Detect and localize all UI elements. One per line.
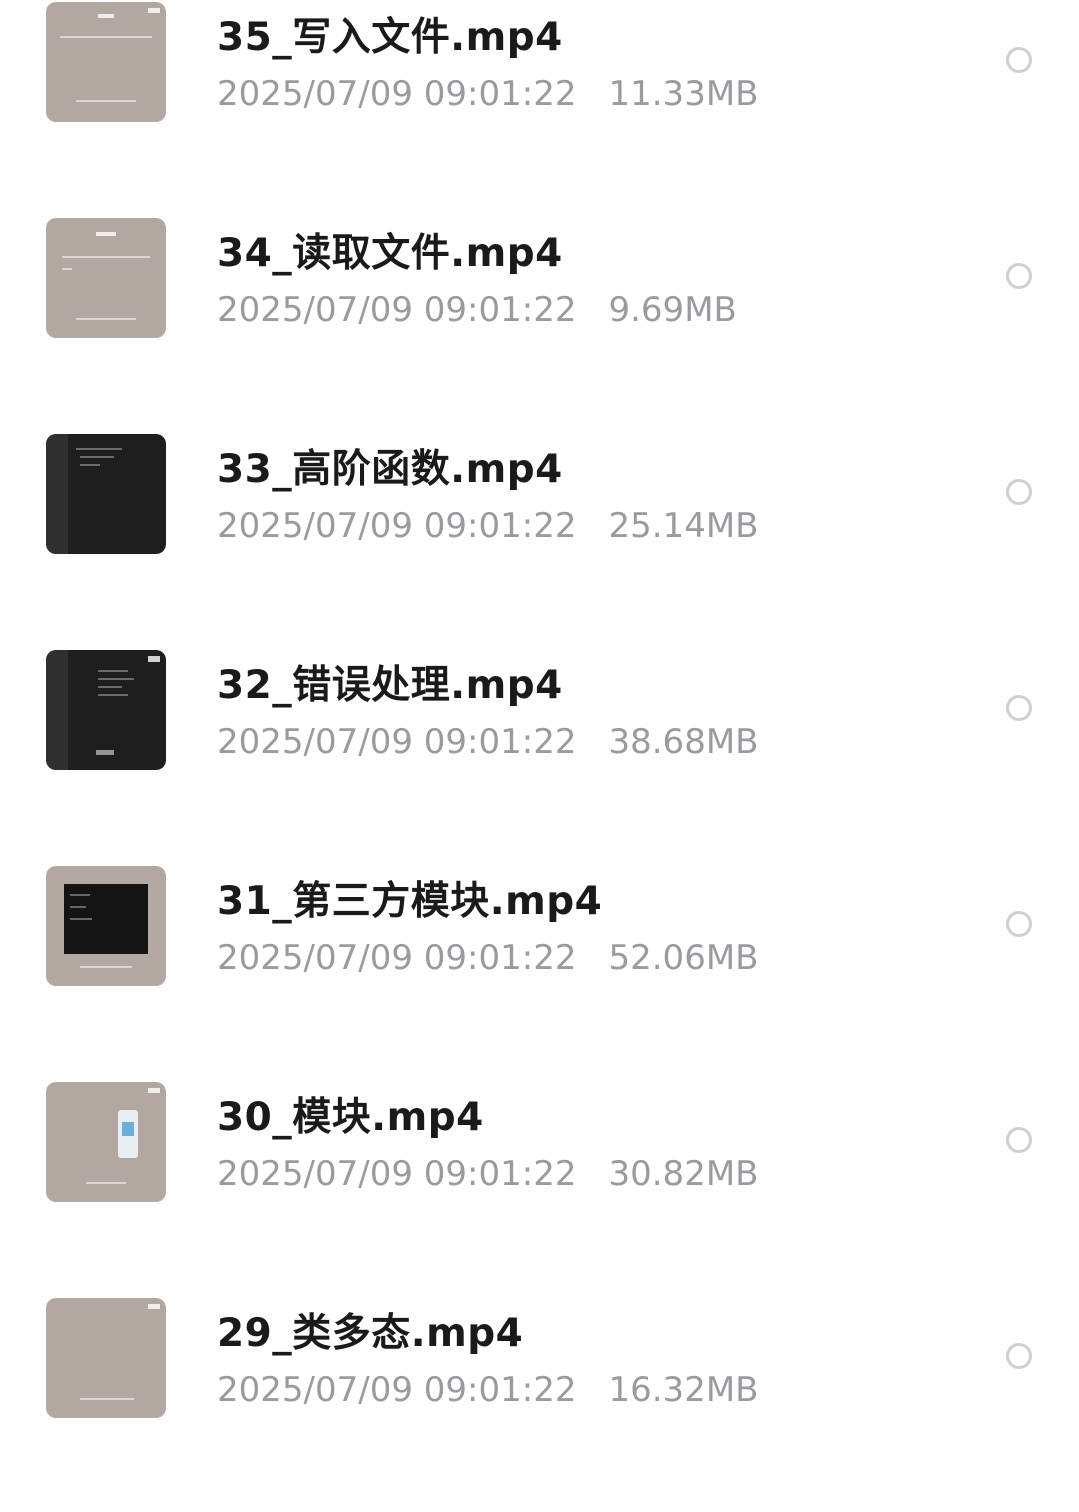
file-size: 30.82MB xyxy=(608,1154,759,1194)
video-thumbnail xyxy=(46,650,166,770)
file-meta: 2025/07/09 09:01:22 9.69MB xyxy=(217,290,737,330)
file-meta: 2025/07/09 09:01:22 30.82MB xyxy=(217,1154,758,1194)
file-name: 32_错误处理.mp4 xyxy=(217,663,563,708)
file-row-35[interactable]: 35_写入文件.mp4 2025/07/09 09:01:22 11.33MB xyxy=(0,0,1079,216)
file-name: 31_第三方模块.mp4 xyxy=(217,879,603,924)
file-row-32[interactable]: 32_错误处理.mp4 2025/07/09 09:01:22 38.68MB xyxy=(0,648,1079,864)
radio-unchecked-icon[interactable] xyxy=(1006,911,1032,937)
file-size: 52.06MB xyxy=(608,938,759,978)
file-meta: 2025/07/09 09:01:22 38.68MB xyxy=(217,722,758,762)
video-thumbnail xyxy=(46,1298,166,1418)
radio-unchecked-icon[interactable] xyxy=(1006,47,1032,73)
video-thumbnail xyxy=(46,434,166,554)
radio-unchecked-icon[interactable] xyxy=(1006,695,1032,721)
file-name: 35_写入文件.mp4 xyxy=(217,15,563,60)
file-name: 34_读取文件.mp4 xyxy=(217,231,563,276)
file-datetime: 2025/07/09 09:01:22 xyxy=(217,506,577,546)
video-thumbnail xyxy=(46,866,166,986)
file-size: 25.14MB xyxy=(608,506,759,546)
file-datetime: 2025/07/09 09:01:22 xyxy=(217,1370,577,1410)
file-datetime: 2025/07/09 09:01:22 xyxy=(217,290,577,330)
file-size: 38.68MB xyxy=(608,722,759,762)
file-name: 29_类多态.mp4 xyxy=(217,1311,524,1356)
file-datetime: 2025/07/09 09:01:22 xyxy=(217,722,577,762)
video-thumbnail xyxy=(46,218,166,338)
file-meta: 2025/07/09 09:01:22 52.06MB xyxy=(217,938,758,978)
radio-unchecked-icon[interactable] xyxy=(1006,479,1032,505)
file-size: 9.69MB xyxy=(608,290,737,330)
radio-unchecked-icon[interactable] xyxy=(1006,263,1032,289)
radio-unchecked-icon[interactable] xyxy=(1006,1343,1032,1369)
file-meta: 2025/07/09 09:01:22 25.14MB xyxy=(217,506,758,546)
file-datetime: 2025/07/09 09:01:22 xyxy=(217,938,577,978)
file-meta: 2025/07/09 09:01:22 11.33MB xyxy=(217,74,758,114)
video-thumbnail xyxy=(46,2,166,122)
file-row-29[interactable]: 29_类多态.mp4 2025/07/09 09:01:22 16.32MB xyxy=(0,1296,1079,1512)
file-row-34[interactable]: 34_读取文件.mp4 2025/07/09 09:01:22 9.69MB xyxy=(0,216,1079,432)
file-row-33[interactable]: 33_高阶函数.mp4 2025/07/09 09:01:22 25.14MB xyxy=(0,432,1079,648)
file-datetime: 2025/07/09 09:01:22 xyxy=(217,74,577,114)
file-row-31[interactable]: 31_第三方模块.mp4 2025/07/09 09:01:22 52.06MB xyxy=(0,864,1079,1080)
file-list: 35_写入文件.mp4 2025/07/09 09:01:22 11.33MB 3… xyxy=(0,0,1079,1424)
file-datetime: 2025/07/09 09:01:22 xyxy=(217,1154,577,1194)
file-size: 16.32MB xyxy=(608,1370,759,1410)
file-name: 33_高阶函数.mp4 xyxy=(217,447,563,492)
file-row-30[interactable]: 30_模块.mp4 2025/07/09 09:01:22 30.82MB xyxy=(0,1080,1079,1296)
video-thumbnail xyxy=(46,1082,166,1202)
file-name: 30_模块.mp4 xyxy=(217,1095,484,1140)
file-meta: 2025/07/09 09:01:22 16.32MB xyxy=(217,1370,758,1410)
radio-unchecked-icon[interactable] xyxy=(1006,1127,1032,1153)
file-size: 11.33MB xyxy=(608,74,759,114)
